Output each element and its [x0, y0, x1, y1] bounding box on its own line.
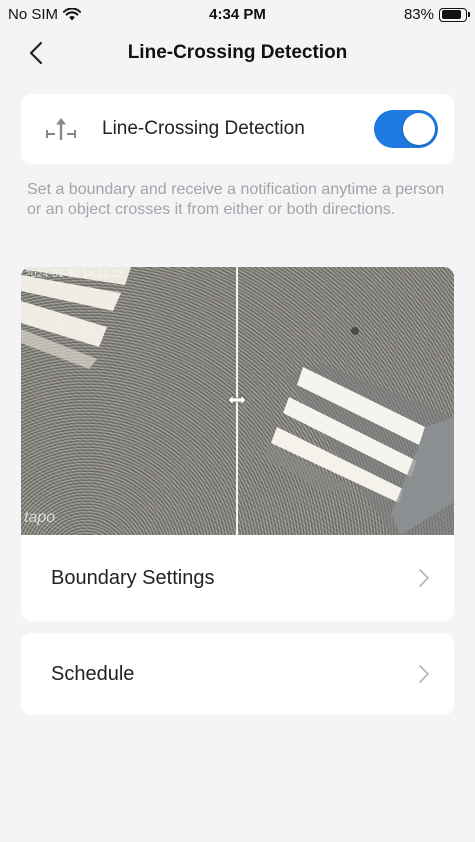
line-crossing-toggle-card: Line-Crossing Detection: [21, 94, 454, 164]
detection-label: Line-Crossing Detection: [102, 118, 305, 139]
double-arrow-icon: [227, 394, 247, 406]
detection-description: Set a boundary and receive a notificatio…: [27, 181, 445, 218]
detection-toggle[interactable]: [374, 110, 438, 148]
chevron-right-icon: [419, 665, 429, 683]
chevron-right-icon: [419, 569, 429, 587]
page-title: Line-Crossing Detection: [127, 42, 348, 63]
camera-preview[interactable]: 2024-01-30 14:21:22 tapo: [21, 267, 454, 535]
preview-timestamp: 2024-01-30 14:21:22: [25, 269, 124, 280]
battery-icon: [439, 7, 470, 22]
schedule-row[interactable]: Schedule: [21, 633, 454, 715]
status-bar: No SIM 4:34 PM 83%: [0, 0, 475, 30]
boundary-settings-label: Boundary Settings: [51, 567, 215, 589]
nav-bar: Line-Crossing Detection: [0, 30, 475, 76]
status-right: 83%: [403, 6, 470, 23]
camera-watermark: tapo: [24, 509, 56, 526]
toggle-knob: [403, 113, 435, 145]
battery-percent: 83%: [403, 6, 434, 23]
boundary-drag-handle[interactable]: [226, 391, 248, 409]
schedule-label: Schedule: [51, 663, 135, 685]
battery-fill: [441, 10, 461, 19]
line-crossing-icon: [46, 118, 76, 140]
boundary-settings-row[interactable]: Boundary Settings: [21, 535, 454, 621]
